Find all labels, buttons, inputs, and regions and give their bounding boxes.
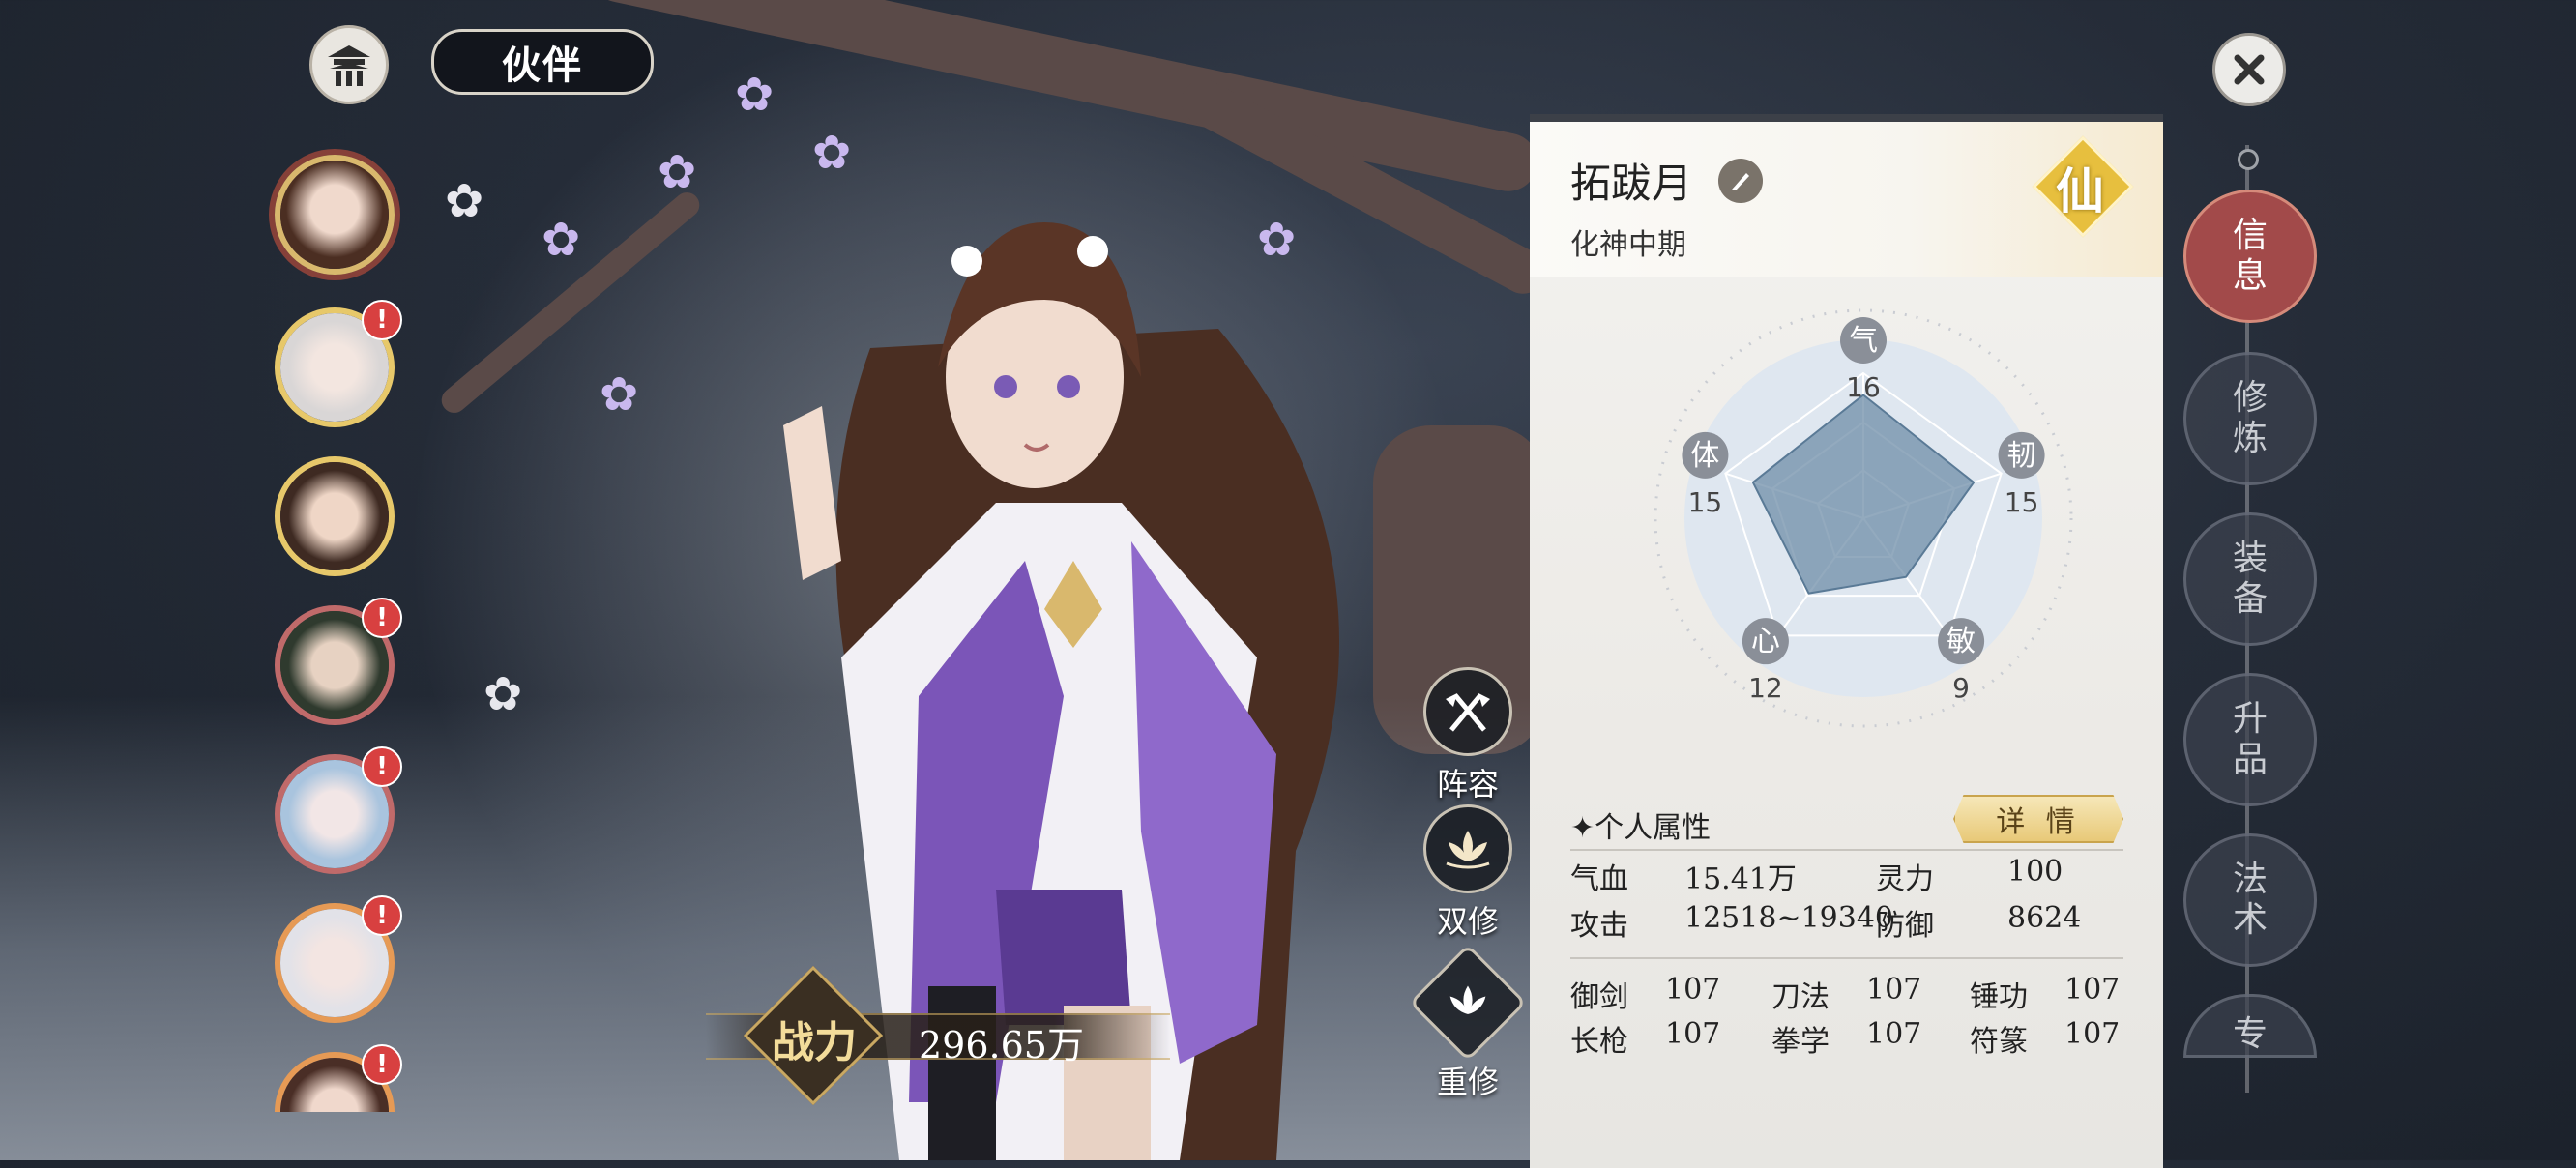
- tab-special[interactable]: 专: [2183, 994, 2317, 1058]
- brush-icon: [1731, 173, 1749, 190]
- pavilion-icon: [328, 45, 370, 86]
- skill-row: 符篆 107: [1970, 1017, 2121, 1059]
- dual-cultivation-button[interactable]: 双修: [1415, 804, 1521, 942]
- home-button[interactable]: [309, 25, 389, 104]
- blossom-icon: ✿: [445, 174, 484, 228]
- attribute-radar: 气 16 韧 15 敏 9 心 12 体 15: [1654, 308, 2073, 728]
- radar-attr-label: 体: [1690, 439, 1719, 473]
- close-button[interactable]: [2212, 33, 2286, 106]
- radar-attr-value: 15: [1688, 486, 1723, 518]
- lineup-label: 阵容: [1436, 766, 1499, 803]
- stat-row: 攻击 12518~19340: [1570, 901, 1894, 943]
- tab-upgrade[interactable]: 升品: [2183, 673, 2317, 806]
- radar-attr-value: 12: [1748, 672, 1783, 704]
- lineup-button[interactable]: 阵容: [1415, 667, 1521, 804]
- stat-row: 气血 15.41万: [1570, 862, 1797, 896]
- crossed-banners-icon: [1446, 693, 1490, 732]
- dual-cultivation-label: 双修: [1436, 903, 1499, 940]
- alert-badge: !: [362, 1044, 402, 1085]
- companion-avatar[interactable]: [275, 155, 395, 275]
- lotus-icon: [1446, 831, 1490, 869]
- radar-attr-label: 敏: [1947, 625, 1976, 658]
- lotus-icon: [1449, 985, 1486, 1014]
- character-name: 拓跋月: [1570, 160, 1693, 207]
- blossom-icon: ✿: [542, 213, 581, 267]
- details-button[interactable]: 详 情: [1953, 795, 2123, 843]
- companion-roster[interactable]: ! ! ! ! !: [261, 145, 406, 1112]
- skill-row: 长枪 107: [1570, 1017, 1721, 1059]
- radar-attr-label: 韧: [2007, 439, 2036, 473]
- radar-attr-value: 9: [1952, 672, 1970, 704]
- power-value: 296.65万: [919, 1024, 1084, 1066]
- close-icon: [2234, 54, 2265, 85]
- radar-attr-value: 16: [1846, 371, 1881, 403]
- page-title: 伙伴: [431, 29, 654, 95]
- rename-button[interactable]: [1718, 159, 1763, 203]
- stat-row: 防御 8624: [1876, 901, 2082, 943]
- radar-attr-label: 心: [1751, 625, 1780, 658]
- tab-spells[interactable]: 法术: [2183, 833, 2317, 967]
- divider: [1570, 849, 2123, 851]
- tier-label: 仙: [2056, 162, 2104, 219]
- tab-info[interactable]: 信息: [2183, 190, 2317, 323]
- alert-badge: !: [362, 598, 402, 638]
- tab-cultivation[interactable]: 修炼: [2183, 352, 2317, 485]
- alert-badge: !: [362, 895, 402, 936]
- alert-badge: !: [362, 300, 402, 340]
- tab-rail-dot: [2238, 149, 2259, 170]
- combat-power: 战力 296.65万: [706, 965, 1170, 1106]
- blossom-icon: ✿: [600, 367, 639, 422]
- four-point-star-icon: ✦: [1570, 811, 1595, 845]
- recultivate-button[interactable]: 重修: [1409, 944, 1527, 1102]
- skill-row: 刀法 107: [1771, 973, 1922, 1014]
- skill-row: 锤功 107: [1970, 973, 2121, 1014]
- info-panel: 拓跋月 化神中期 仙 气 16 韧 15 敏 9 心 12 体 15 ✦个人属性 详 情 气血 15…: [1530, 114, 2163, 1168]
- radar-attr-value: 15: [2005, 486, 2039, 518]
- stat-row: 灵力 100: [1876, 855, 2064, 896]
- divider: [1570, 957, 2123, 959]
- alert-badge: !: [362, 746, 402, 787]
- skill-row: 拳学 107: [1771, 1017, 1922, 1059]
- tab-equipment[interactable]: 装备: [2183, 512, 2317, 646]
- power-label: 战力: [772, 1018, 857, 1067]
- skill-row: 御剑 107: [1570, 973, 1721, 1014]
- companion-avatar[interactable]: [275, 456, 395, 576]
- radar-attr-label: 气: [1849, 324, 1878, 358]
- blossom-icon: ✿: [735, 68, 775, 122]
- personal-attributes-title: ✦个人属性: [1570, 811, 1712, 845]
- recultivate-label: 重修: [1436, 1064, 1499, 1100]
- cultivation-realm: 化神中期: [1570, 228, 1686, 262]
